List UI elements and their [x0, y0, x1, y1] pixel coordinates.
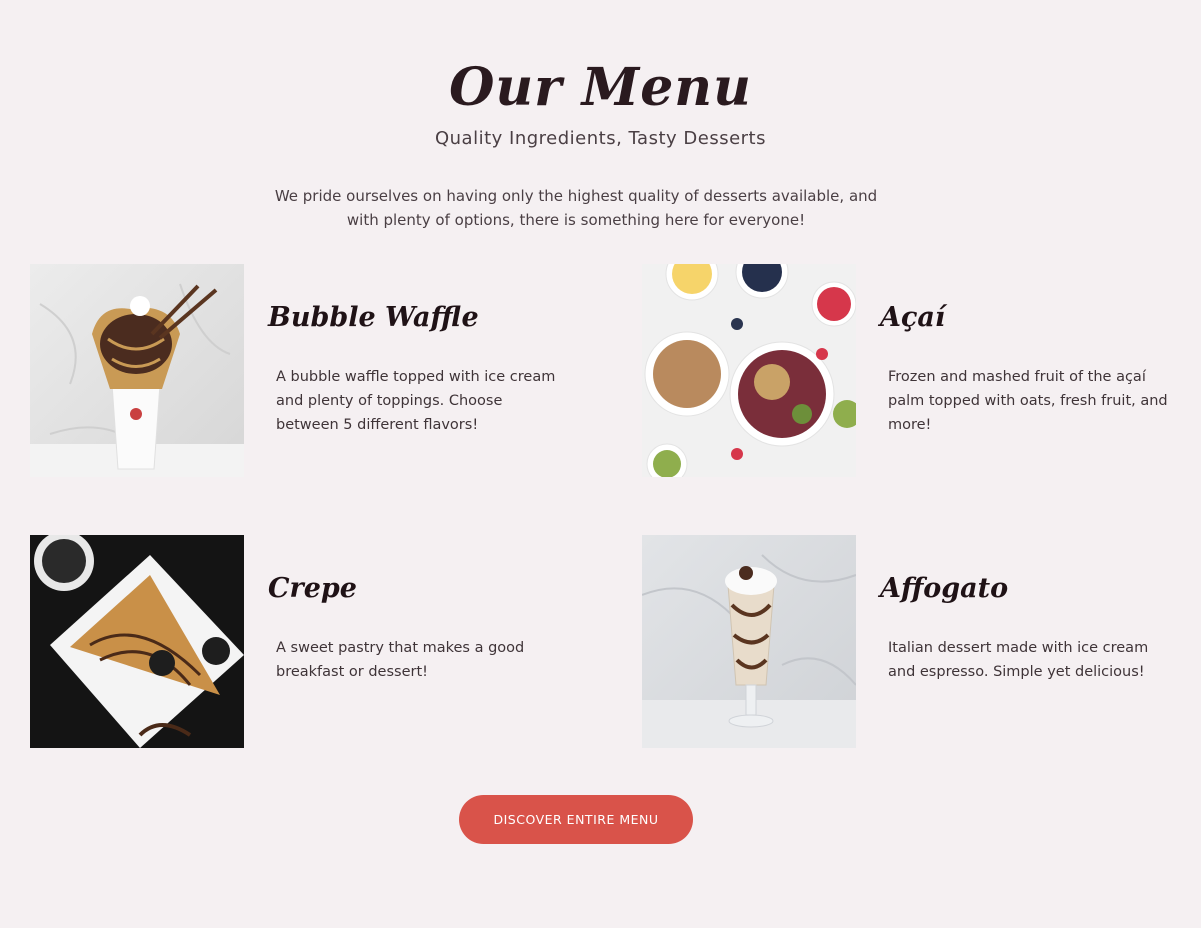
- discover-menu-button[interactable]: DISCOVER ENTIRE MENU: [459, 795, 693, 844]
- menu-item-bubble-waffle: Bubble Waffle A bubble waffle topped wit…: [30, 264, 590, 477]
- affogato-photo: [642, 535, 856, 748]
- bubble-waffle-photo: [30, 264, 244, 477]
- menu-item-description: A sweet pastry that makes a good breakfa…: [276, 640, 525, 680]
- menu-item-title: Bubble Waffle: [268, 302, 479, 333]
- menu-item-title: Affogato: [880, 573, 1009, 604]
- menu-item-description: A bubble waffle topped with ice cream an…: [276, 369, 556, 433]
- menu-item-description: Frozen and mashed fruit of the açaí palm…: [888, 369, 1168, 433]
- crepe-photo: [30, 535, 244, 748]
- menu-item-title: Açaí: [880, 302, 946, 333]
- menu-item-acai: Açaí Frozen and mashed fruit of the açaí…: [642, 264, 1201, 477]
- page-subtitle: Quality Ingredients, Tasty Desserts: [434, 128, 766, 149]
- intro-text: We pride ourselves on having only the hi…: [274, 187, 878, 229]
- acai-bowl-photo: [642, 264, 856, 477]
- menu-item-description: Italian dessert made with ice cream and …: [888, 640, 1149, 680]
- page-title: Our Menu: [449, 56, 752, 118]
- menu-item-crepe: Crepe A sweet pastry that makes a good b…: [30, 535, 590, 748]
- menu-item-title: Crepe: [268, 573, 357, 604]
- menu-item-affogato: Affogato Italian dessert made with ice c…: [642, 535, 1201, 748]
